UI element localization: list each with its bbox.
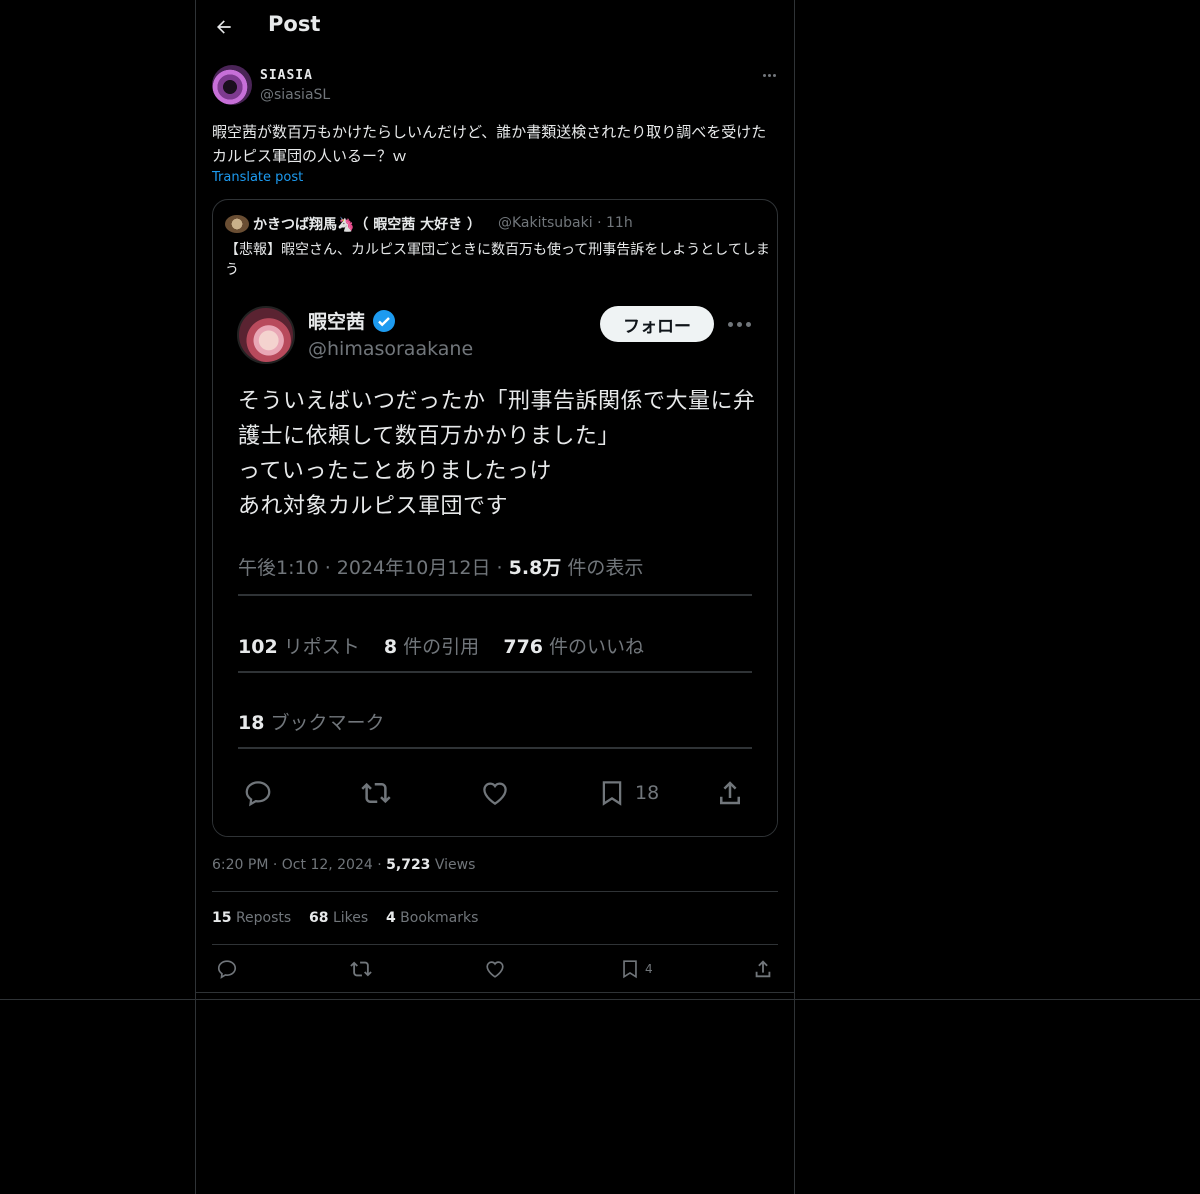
bookmarks-count: 4 bbox=[385, 910, 396, 926]
more-icon-dot bbox=[767, 73, 771, 77]
screenshot-name: 暇空茜 bbox=[308, 311, 366, 333]
quote-author-handle: @Kakitsubaki · 11h bbox=[498, 215, 633, 231]
quote-author-name: かきつば翔馬🦄（ 暇空茜 大好き ） bbox=[253, 217, 482, 233]
screenshot-meta: 午後1:10 · 2024年10月12日 · 5.8万 件の表示 bbox=[238, 553, 643, 580]
screenshot-views-count: 5.8万 bbox=[508, 557, 562, 579]
divider bbox=[238, 747, 752, 749]
post-text: 暇空茜が数百万もかけたらしいんだけど、誰か書類送検されたり取り調べを受けたカルピ… bbox=[212, 123, 767, 165]
back-button[interactable] bbox=[210, 13, 238, 41]
screenshot-follow-button: フォロー bbox=[600, 306, 714, 342]
post-meta: 6:20 PM · Oct 12, 2024 · 5,723 Views bbox=[212, 857, 476, 873]
reposts-stat[interactable]: 15 Reposts bbox=[212, 910, 291, 926]
divider bbox=[238, 671, 752, 673]
screenshot-stats: 102 リポスト 8 件の引用 776 件のいいね bbox=[238, 632, 644, 659]
screenshot-repost bbox=[359, 776, 393, 810]
post-stats: 15 Reposts 68 Likes 4 Bookmarks bbox=[212, 910, 478, 926]
screenshot-avatar bbox=[237, 306, 295, 364]
header: Post bbox=[196, 0, 794, 54]
reply-icon bbox=[217, 960, 237, 979]
divider bbox=[212, 944, 778, 945]
screenshot-more-icon bbox=[727, 318, 751, 330]
dot bbox=[727, 321, 733, 327]
post-time: 6:20 PM bbox=[212, 857, 269, 873]
quote-author-avatar bbox=[225, 215, 249, 233]
likes-label: Likes bbox=[332, 910, 369, 926]
verified-badge-icon bbox=[373, 310, 395, 332]
more-icon bbox=[762, 73, 766, 77]
likes-stat[interactable]: 68 Likes bbox=[309, 910, 368, 926]
back-arrow-icon bbox=[217, 20, 231, 34]
screenshot-likes-label: 件のいいね bbox=[543, 636, 645, 658]
reposts-count: 15 bbox=[212, 910, 232, 926]
translate-post-link[interactable]: Translate post bbox=[212, 170, 303, 185]
screenshot-handle: @himasoraakane bbox=[308, 338, 474, 360]
reply-button[interactable] bbox=[216, 957, 238, 981]
repost-icon bbox=[350, 961, 372, 977]
like-button[interactable] bbox=[484, 957, 506, 981]
like-icon bbox=[483, 782, 507, 805]
quote-time: 11h bbox=[606, 215, 633, 231]
screenshot-likes-count: 776 bbox=[503, 636, 544, 658]
more-button[interactable] bbox=[758, 66, 780, 84]
repost-icon bbox=[361, 782, 391, 804]
screenshot-text: そういえばいつだったか「刑事告訴関係で大量に弁護士に依頼して数百万かかりました」… bbox=[238, 389, 756, 519]
likes-count: 68 bbox=[309, 910, 329, 926]
screenshot-views-label: 件の表示 bbox=[561, 557, 644, 579]
screenshot-share bbox=[715, 776, 745, 810]
bookmarks-stat[interactable]: 4 Bookmarks bbox=[386, 910, 478, 926]
reply-icon bbox=[245, 781, 271, 807]
share-icon bbox=[720, 781, 740, 805]
author-handle[interactable]: @siasiaSL bbox=[260, 87, 330, 103]
more-icon-dot bbox=[772, 73, 776, 77]
screenshot-like bbox=[480, 776, 510, 810]
post-views-count: 5,723 bbox=[386, 857, 431, 873]
screenshot-bookmarks-label: ブックマーク bbox=[264, 712, 385, 734]
screenshot-time-date: 午後1:10 · 2024年10月12日 · bbox=[238, 557, 509, 579]
like-icon bbox=[486, 961, 504, 978]
quote-handle-text: @Kakitsubaki bbox=[498, 215, 593, 231]
screenshot-bookmarks-count: 18 bbox=[238, 712, 265, 734]
bookmark-button[interactable]: 4 bbox=[619, 957, 653, 981]
author-avatar[interactable] bbox=[212, 65, 252, 105]
bookmark-count: 4 bbox=[645, 962, 653, 976]
screenshot-quotes-count: 8 bbox=[383, 636, 398, 658]
screenshot-reposts-label: リポスト bbox=[277, 636, 360, 658]
dot bbox=[745, 321, 751, 327]
share-button[interactable] bbox=[752, 957, 774, 981]
post-views-label: Views bbox=[434, 857, 476, 873]
divider bbox=[196, 992, 794, 993]
share-icon bbox=[755, 960, 771, 978]
screenshot-bookmarks: 18 ブックマーク bbox=[238, 708, 385, 735]
quoted-post[interactable]: かきつば翔馬🦄（ 暇空茜 大好き ） @Kakitsubaki · 11h 【悲… bbox=[212, 199, 778, 837]
screenshot-quotes-label: 件の引用 bbox=[397, 636, 480, 658]
divider bbox=[0, 999, 1200, 1000]
bookmark-icon bbox=[623, 960, 637, 979]
quoted-screenshot: 暇空茜 @himasoraakane フォロー そういえばいつだったか「刑事告訴… bbox=[213, 290, 777, 836]
divider bbox=[238, 594, 752, 596]
main-column: Post SIASIA @siasiaSL 暇空茜が数百万もかけたらしいんだけど… bbox=[195, 0, 795, 1194]
quote-text: 【悲報】暇空さん、カルピス軍団ごときに数百万も使って刑事告訴をしようとしてしまう bbox=[225, 242, 770, 278]
bookmarks-label: Bookmarks bbox=[400, 910, 479, 926]
post-date: Oct 12, 2024 bbox=[281, 857, 373, 873]
bookmark-icon bbox=[602, 781, 622, 806]
page-title: Post bbox=[268, 12, 321, 36]
divider bbox=[212, 891, 778, 892]
reposts-label: Reposts bbox=[235, 910, 292, 926]
screenshot-bookmark-count: 18 bbox=[635, 782, 660, 804]
screenshot-bookmark: 18 bbox=[597, 776, 659, 810]
author-name[interactable]: SIASIA bbox=[260, 68, 313, 83]
screenshot-reply bbox=[243, 776, 273, 810]
repost-button[interactable] bbox=[349, 957, 373, 981]
screenshot-reposts-count: 102 bbox=[238, 636, 278, 658]
dot bbox=[736, 321, 742, 327]
